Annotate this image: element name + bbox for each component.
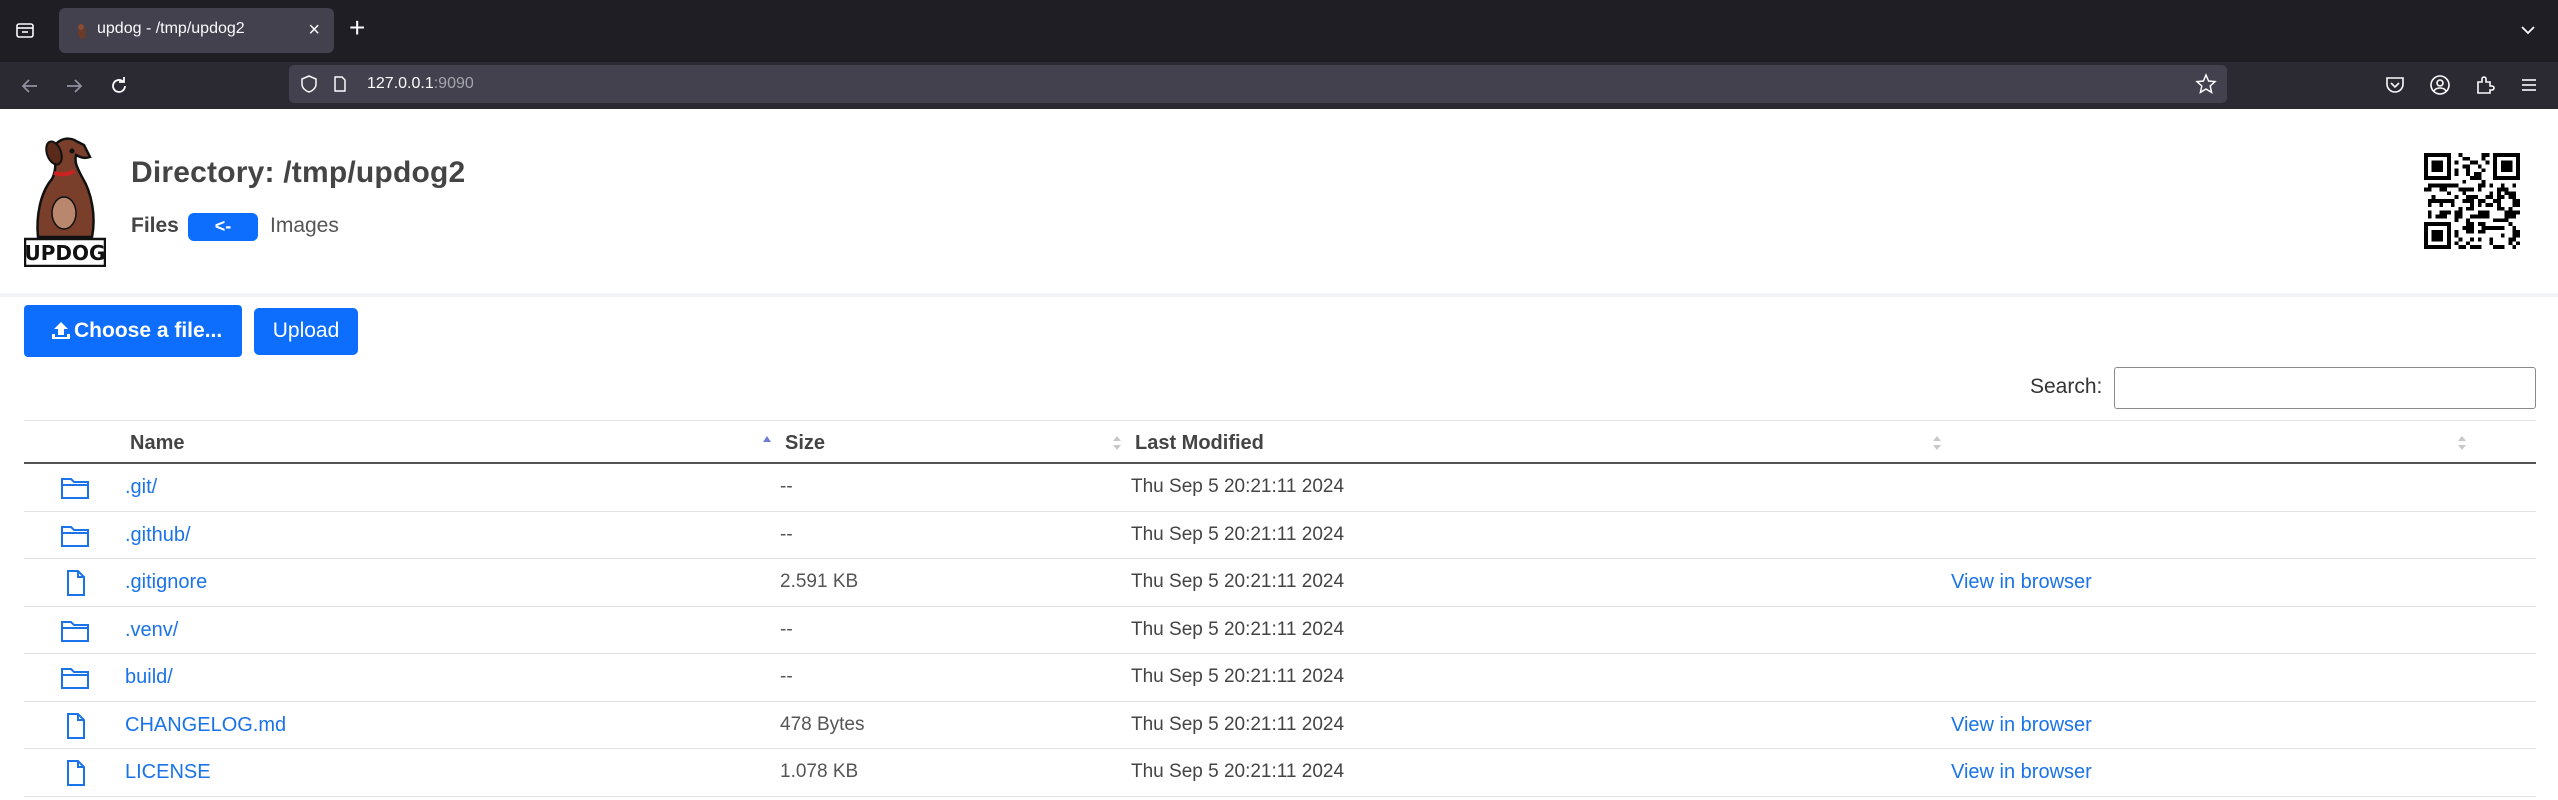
page-title: Directory: /tmp/updog2 <box>131 156 466 189</box>
file-name-link[interactable]: .gitignore <box>125 571 207 594</box>
table-row: .github/ -- Thu Sep 5 20:21:11 2024 <box>24 512 2536 559</box>
file-last-modified: Thu Sep 5 20:21:11 2024 <box>1131 523 1345 545</box>
column-header-name[interactable]: Name <box>130 432 184 455</box>
file-size: 2.591 KB <box>780 571 859 592</box>
sort-both-icon[interactable] <box>1112 433 1122 453</box>
extensions-icon[interactable] <box>2473 73 2497 97</box>
browser-tab-active[interactable]: updog - /tmp/updog2 × <box>59 8 334 53</box>
tracking-shield-icon[interactable] <box>299 74 319 94</box>
file-last-modified: Thu Sep 5 20:21:11 2024 <box>1131 618 1345 640</box>
sort-both-icon[interactable] <box>1932 433 1942 453</box>
updog-logo[interactable]: UPDOG <box>24 133 106 267</box>
choose-file-button[interactable]: Choose a file... <box>24 305 242 357</box>
upload-icon <box>52 322 70 339</box>
file-icon <box>67 570 85 596</box>
upload-button[interactable]: Upload <box>254 308 358 355</box>
file-last-modified: Thu Sep 5 20:21:11 2024 <box>1131 571 1345 592</box>
url-text[interactable]: 127.0.0.1:9090 <box>367 75 474 93</box>
file-last-modified: Thu Sep 5 20:21:11 2024 <box>1131 761 1345 782</box>
folder-icon <box>61 668 89 689</box>
file-table: Name Size Last Modified .git/ -- Thu Sep 5… <box>24 420 2536 797</box>
file-name-link[interactable]: .git/ <box>125 476 157 499</box>
logo-text: UPDOG <box>25 241 106 265</box>
table-row: CHANGELOG.md 478 Bytes Thu Sep 5 20:21:11 … <box>24 702 2536 749</box>
sort-both-icon[interactable] <box>2457 433 2467 453</box>
forward-arrow-icon[interactable] <box>62 74 86 98</box>
file-size: -- <box>780 476 793 497</box>
sort-ascending-icon[interactable] <box>762 433 772 453</box>
url-port: :9090 <box>433 75 474 92</box>
browser-tab-bar: updog - /tmp/updog2 × + <box>0 0 2558 62</box>
file-size: -- <box>780 523 793 545</box>
view-in-browser-link[interactable]: View in browser <box>1951 571 2092 594</box>
file-icon <box>67 760 85 786</box>
choose-file-label: Choose a file... <box>74 319 223 342</box>
file-size: 478 Bytes <box>780 713 865 735</box>
file-name-link[interactable]: CHANGELOG.md <box>125 714 286 737</box>
file-name-link[interactable]: build/ <box>125 666 173 689</box>
table-row: .venv/ -- Thu Sep 5 20:21:11 2024 <box>24 607 2536 654</box>
file-name-link[interactable]: .github/ <box>125 524 191 547</box>
file-last-modified: Thu Sep 5 20:21:11 2024 <box>1131 713 1345 735</box>
table-row: .gitignore 2.591 KB Thu Sep 5 20:21:11 202… <box>24 559 2536 607</box>
menu-icon[interactable] <box>2517 73 2541 97</box>
updog-page: UPDOG Directory: /tmp/updog2 Files <- Im… <box>0 109 2558 800</box>
file-size: -- <box>780 618 793 640</box>
file-name-link[interactable]: .venv/ <box>125 619 178 642</box>
column-header-size[interactable]: Size <box>785 432 825 455</box>
address-bar[interactable]: 127.0.0.1:9090 <box>289 65 2227 103</box>
table-row: build/ -- Thu Sep 5 20:21:11 2024 <box>24 654 2536 702</box>
file-last-modified: Thu Sep 5 20:21:11 2024 <box>1131 666 1345 687</box>
view-in-browser-link[interactable]: View in browser <box>1951 714 2092 737</box>
tab-list-icon[interactable] <box>14 19 36 41</box>
file-size: -- <box>780 666 793 687</box>
folder-icon <box>61 620 89 642</box>
file-size: 1.078 KB <box>780 761 859 782</box>
search-input[interactable] <box>2114 367 2536 409</box>
chevron-down-icon[interactable] <box>2518 20 2538 40</box>
updog-favicon-icon <box>78 24 86 39</box>
images-view-label[interactable]: Images <box>270 214 339 238</box>
back-arrow-icon[interactable] <box>18 74 42 98</box>
file-icon <box>67 712 85 739</box>
page-info-icon[interactable] <box>331 75 349 93</box>
folder-icon <box>61 525 89 547</box>
new-tab-icon[interactable]: + <box>349 13 365 43</box>
close-tab-icon[interactable]: × <box>308 18 320 42</box>
files-view-label: Files <box>131 214 179 237</box>
table-row: LICENSE 1.078 KB Thu Sep 5 20:21:11 2024 Vi… <box>24 749 2536 797</box>
header-divider <box>0 293 2558 297</box>
url-host: 127.0.0.1 <box>367 75 434 92</box>
search-label: Search: <box>2030 375 2103 398</box>
pocket-icon[interactable] <box>2383 73 2407 97</box>
table-body: .git/ -- Thu Sep 5 20:21:11 2024 .github/ --… <box>24 464 2536 797</box>
column-header-last-modified[interactable]: Last Modified <box>1135 432 1264 455</box>
bookmark-star-icon[interactable] <box>2195 73 2217 95</box>
table-header: Name Size Last Modified <box>24 420 2536 464</box>
browser-toolbar: 127.0.0.1:9090 <box>0 62 2558 109</box>
folder-icon <box>61 478 89 499</box>
file-last-modified: Thu Sep 5 20:21:11 2024 <box>1131 476 1345 497</box>
tab-title: updog - /tmp/updog2 <box>97 20 245 37</box>
account-icon[interactable] <box>2428 73 2452 97</box>
table-row: .git/ -- Thu Sep 5 20:21:11 2024 <box>24 464 2536 512</box>
view-toggle-button[interactable]: <- <box>188 213 258 241</box>
file-name-link[interactable]: LICENSE <box>125 761 211 784</box>
reload-icon[interactable] <box>107 74 131 98</box>
view-in-browser-link[interactable]: View in browser <box>1951 761 2092 784</box>
qr-code-icon <box>2424 153 2520 249</box>
